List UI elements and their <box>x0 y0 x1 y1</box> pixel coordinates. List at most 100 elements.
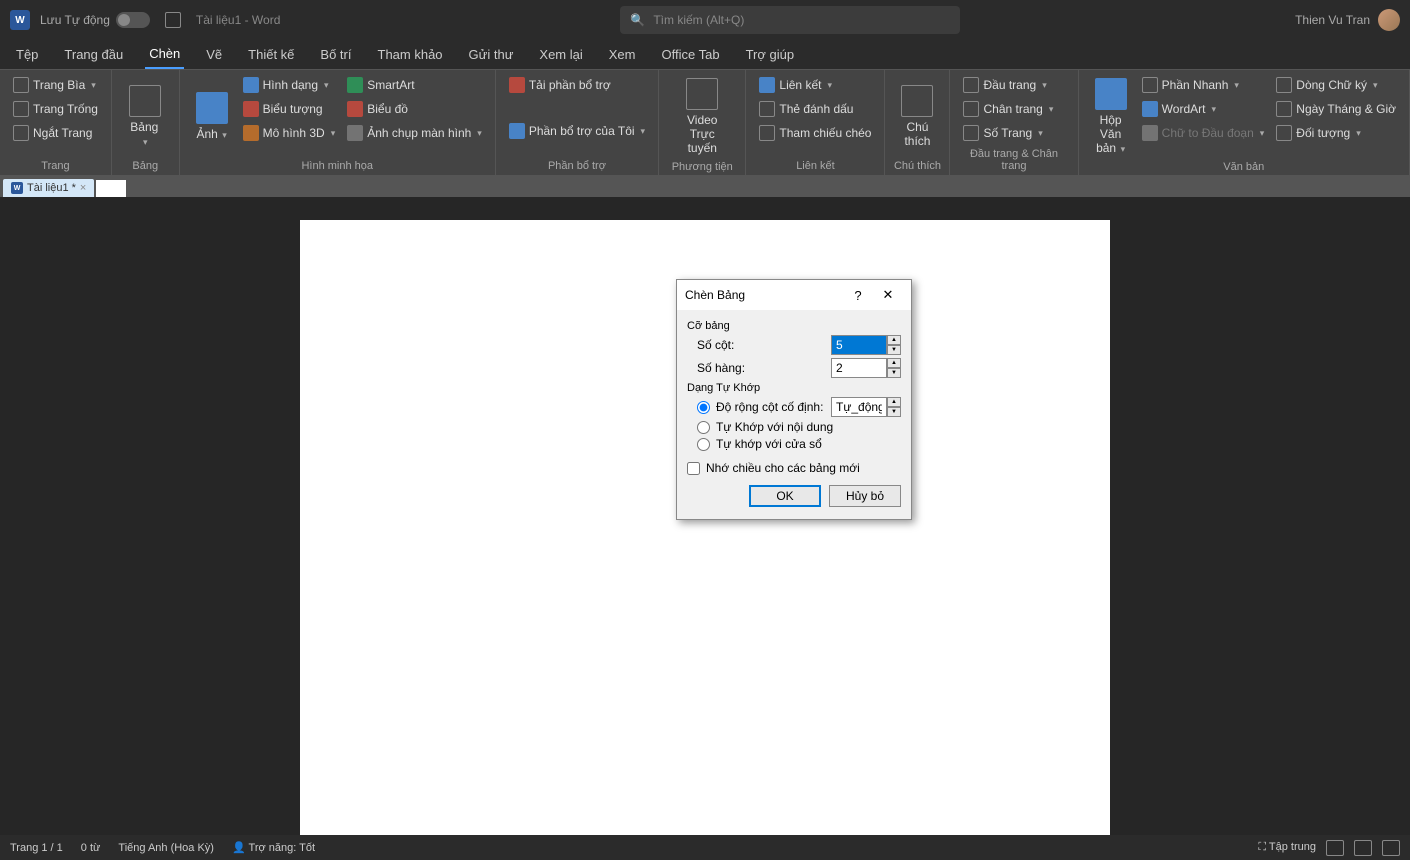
ribbon-group-label: Trang <box>8 158 103 175</box>
textbox-button[interactable]: Hộp Vănbản ▾ <box>1087 74 1135 159</box>
tab-tham-khảo[interactable]: Tham khảo <box>374 41 447 68</box>
ribbon-button-label: Biểu đồ <box>367 102 408 116</box>
tab-trang-đầu[interactable]: Trang đầu <box>60 41 127 68</box>
language-indicator[interactable]: Tiếng Anh (Hoa Kỳ) <box>118 842 214 854</box>
table-icon <box>129 85 161 117</box>
ribbon-button-label: Trang Bìa <box>33 78 85 92</box>
signature-button[interactable]: Dòng Chữ ký▾ <box>1271 74 1401 96</box>
page-number-button[interactable]: Số Trang▾ <box>958 122 1058 144</box>
tab-vẽ[interactable]: Vẽ <box>202 41 226 68</box>
header-button[interactable]: Đầu trang▾ <box>958 74 1058 96</box>
word-count[interactable]: 0 từ <box>81 842 101 854</box>
search-box[interactable]: 🔍 Tìm kiếm (Alt+Q) <box>620 6 960 34</box>
autosave-label: Lưu Tự động <box>40 13 110 27</box>
columns-up-button[interactable]: ▲ <box>887 335 901 345</box>
remember-checkbox[interactable] <box>687 462 700 475</box>
object-button[interactable]: Đối tượng▾ <box>1271 122 1401 144</box>
ribbon-group-label: Chú thích <box>893 158 941 175</box>
chevron-down-icon: ▾ <box>91 80 96 91</box>
tab-gửi-thư[interactable]: Gửi thư <box>465 41 518 68</box>
comment-icon <box>901 85 933 117</box>
online-video-button[interactable]: VideoTrực tuyến <box>667 74 737 159</box>
rows-input[interactable] <box>831 358 887 378</box>
read-mode-icon[interactable] <box>1326 840 1344 856</box>
screenshot-button[interactable]: Ảnh chụp màn hình▾ <box>342 122 487 144</box>
my-addins-button[interactable]: Phần bổ trợ của Tôi▾ <box>504 120 650 142</box>
header-icon <box>963 77 979 93</box>
rows-down-button[interactable]: ▼ <box>887 368 901 378</box>
shapes-icon <box>243 77 259 93</box>
autosave-toggle[interactable]: Lưu Tự động <box>40 12 150 28</box>
comment-button[interactable]: Chúthích <box>893 74 941 158</box>
print-layout-icon[interactable] <box>1354 840 1372 856</box>
autofit-content-radio[interactable] <box>697 421 710 434</box>
screenshot-icon <box>347 125 363 141</box>
new-tab-button[interactable] <box>96 180 126 197</box>
3d-models-button[interactable]: Mô hình 3D▾ <box>238 122 341 144</box>
table-button[interactable]: Bảng ▾ <box>120 74 171 158</box>
smartart-button[interactable]: SmartArt <box>342 74 487 96</box>
dialog-titlebar: Chèn Bảng ? ✕ <box>677 280 911 310</box>
user-avatar[interactable] <box>1378 9 1400 31</box>
ok-button[interactable]: OK <box>749 485 821 507</box>
blank-page-icon <box>13 101 29 117</box>
icons-icon <box>243 101 259 117</box>
ribbon-group-label: Hình minh họa <box>188 158 487 175</box>
cover-page-icon <box>13 77 29 93</box>
blank-page-button[interactable]: Trang Trống <box>8 98 103 120</box>
accessibility-status[interactable]: 👤 Trợ năng: Tốt <box>232 841 315 854</box>
ribbon-tabs: Tệp Trang đầu Chèn Vẽ Thiết kế Bố trí Tham khả… <box>0 40 1410 70</box>
width-down-button[interactable]: ▼ <box>887 407 901 417</box>
toggle-switch[interactable] <box>116 12 150 28</box>
tab-xem[interactable]: Xem <box>605 41 640 68</box>
link-button[interactable]: Liên kết▾ <box>754 74 876 96</box>
tab-trợ-giúp[interactable]: Trợ giúp <box>742 41 799 68</box>
crossref-button[interactable]: Tham chiếu chéo <box>754 122 876 144</box>
ribbon-button-label: WordArt <box>1162 102 1206 116</box>
tab-chèn[interactable]: Chèn <box>145 40 184 69</box>
footer-button[interactable]: Chân trang▾ <box>958 98 1058 120</box>
columns-input[interactable] <box>831 335 887 355</box>
columns-down-button[interactable]: ▼ <box>887 345 901 355</box>
ribbon-button-label: Đầu trang <box>983 78 1036 92</box>
chevron-down-icon: ▾ <box>1211 104 1216 115</box>
download-addin-button[interactable]: Tải phần bổ trợ <box>504 74 650 96</box>
shapes-button[interactable]: Hình dạng▾ <box>238 74 341 96</box>
cancel-button[interactable]: Hủy bỏ <box>829 485 901 507</box>
rows-up-button[interactable]: ▲ <box>887 358 901 368</box>
pictures-button[interactable]: Ảnh ▾ <box>188 74 236 158</box>
autofit-window-radio[interactable] <box>697 438 710 451</box>
tab-tệp[interactable]: Tệp <box>12 41 42 68</box>
ribbon-button-label: Ngày Tháng & Giờ <box>1296 102 1396 116</box>
help-button[interactable]: ? <box>843 288 873 303</box>
ribbon-group-label: Phần bổ trợ <box>504 158 650 175</box>
page-indicator[interactable]: Trang 1 / 1 <box>10 842 63 854</box>
web-layout-icon[interactable] <box>1382 840 1400 856</box>
rows-label: Số hàng: <box>697 361 825 375</box>
quick-parts-button[interactable]: Phần Nhanh▾ <box>1137 74 1270 96</box>
chart-button[interactable]: Biểu đồ <box>342 98 487 120</box>
tab-thiết-kế[interactable]: Thiết kế <box>244 41 298 68</box>
title-bar: W Lưu Tự động Tài liệu1 - Word 🔍 Tìm kiế… <box>0 0 1410 40</box>
tab-office-tab[interactable]: Office Tab <box>658 41 724 68</box>
fixed-width-input[interactable] <box>831 397 887 417</box>
smartart-icon <box>347 77 363 93</box>
focus-mode[interactable]: ⛶ Tập trung <box>1258 841 1316 854</box>
wordart-button[interactable]: WordArt ▾ <box>1137 98 1270 120</box>
ribbon-button-label: Tham chiếu chéo <box>779 126 871 140</box>
fixed-width-radio[interactable] <box>697 401 710 414</box>
datetime-button[interactable]: Ngày Tháng & Giờ <box>1271 98 1401 120</box>
pictures-icon <box>196 92 228 124</box>
icons-button[interactable]: Biểu tượng <box>238 98 341 120</box>
object-icon <box>1276 125 1292 141</box>
page-break-button[interactable]: Ngắt Trang <box>8 122 103 144</box>
save-icon[interactable] <box>165 12 181 28</box>
width-up-button[interactable]: ▲ <box>887 397 901 407</box>
cover-page-button[interactable]: Trang Bìa ▾ <box>8 74 103 96</box>
tab-xem-lại[interactable]: Xem lại <box>535 41 586 68</box>
tab-bố-trí[interactable]: Bố trí <box>316 41 355 68</box>
document-tab[interactable]: W Tài liệu1 * × <box>3 179 94 197</box>
bookmark-button[interactable]: Thẻ đánh dấu <box>754 98 876 120</box>
close-tab-icon[interactable]: × <box>80 182 86 194</box>
close-button[interactable]: ✕ <box>873 287 903 303</box>
